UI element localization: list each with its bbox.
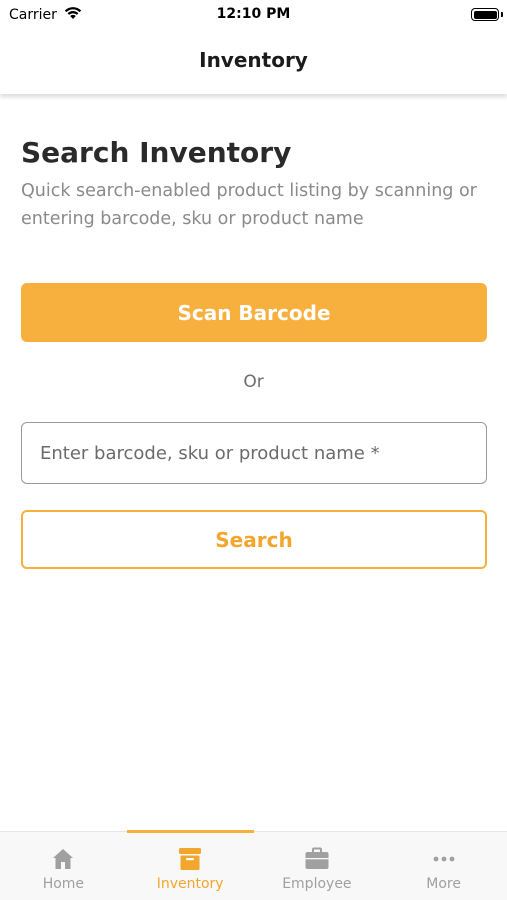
or-divider-text: Or <box>243 372 264 392</box>
active-tab-indicator <box>126 830 254 833</box>
search-button[interactable]: Search <box>21 510 487 569</box>
navigation-bar: Inventory <box>0 30 507 94</box>
battery-cap <box>501 12 503 17</box>
tab-more[interactable]: More <box>380 832 507 900</box>
nav-title: Inventory <box>199 48 308 72</box>
more-dots-icon <box>431 846 457 872</box>
tab-employee[interactable]: Employee <box>254 832 381 900</box>
tab-bar: Home Inventory Employee More <box>0 830 507 900</box>
search-input[interactable] <box>21 422 487 484</box>
archive-box-icon <box>177 846 203 872</box>
tab-more-label: More <box>426 876 461 892</box>
tab-inventory-label: Inventory <box>156 876 224 892</box>
home-icon <box>50 846 76 872</box>
tab-home[interactable]: Home <box>0 832 127 900</box>
page-title: Search Inventory <box>21 136 292 169</box>
page-description: Quick search-enabled product listing by … <box>21 181 477 229</box>
app-screen: Carrier 12:10 PM Inventory Search Invent… <box>0 0 507 900</box>
briefcase-icon <box>304 846 330 872</box>
scan-barcode-button[interactable]: Scan Barcode <box>21 283 487 342</box>
tab-home-label: Home <box>42 876 85 892</box>
tab-inventory[interactable]: Inventory <box>126 830 254 900</box>
status-bar: Carrier 12:10 PM <box>0 0 507 30</box>
battery-icon <box>471 8 499 21</box>
tab-employee-label: Employee <box>282 876 352 892</box>
status-time: 12:10 PM <box>216 6 291 22</box>
